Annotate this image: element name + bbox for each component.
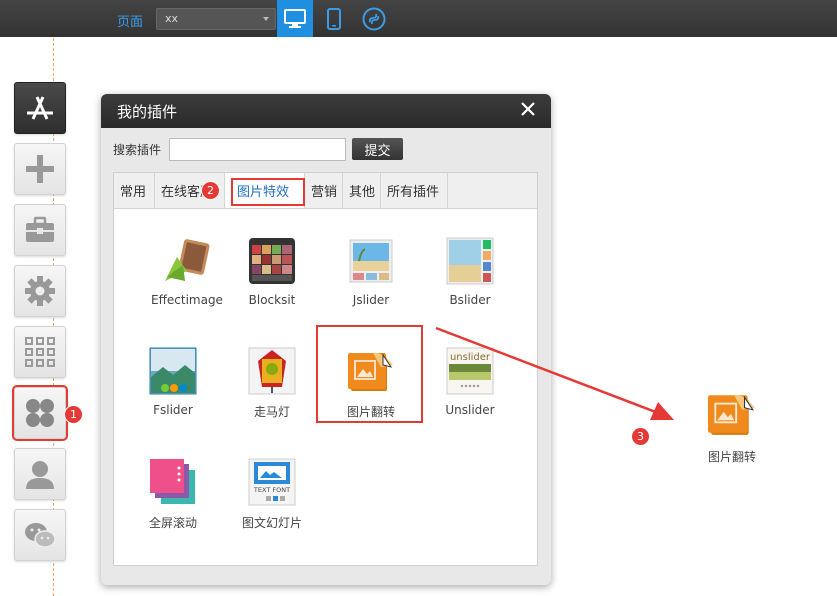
textfont-thumb-text: TEXT FONT: [253, 486, 290, 494]
fullscreen-scroll-thumb: [149, 458, 197, 506]
plugin-name: Fslider: [153, 403, 193, 417]
jslider-thumb: [347, 237, 395, 285]
wechat-icon: [25, 523, 56, 548]
plugin-tabs: 常用 在线客服 图片特效 营销 其他 所有插件: [114, 173, 537, 209]
plugin-fslider[interactable]: Fslider: [128, 347, 218, 417]
sidebar-add[interactable]: [14, 143, 66, 195]
plugins-icon: [26, 399, 54, 427]
submit-button[interactable]: 提交: [352, 138, 403, 160]
plugin-image-flip[interactable]: 图片翻转: [326, 347, 416, 420]
user-icon: [26, 461, 54, 489]
sidebar-toolbox[interactable]: [14, 204, 66, 256]
sidebar-grid[interactable]: [14, 326, 66, 378]
sidebar-wechat[interactable]: [14, 509, 66, 561]
plugin-effectimage[interactable]: Effectimage: [142, 237, 232, 307]
page-select-value: xx: [165, 12, 179, 25]
settings-icon: [25, 276, 55, 306]
close-icon[interactable]: [519, 100, 537, 118]
desktop-view-button[interactable]: [277, 0, 313, 37]
fslider-thumb: [149, 347, 197, 395]
tab-all-plugins[interactable]: 所有插件: [381, 173, 448, 208]
desktop-icon: [284, 8, 306, 28]
image-flip-thumb: [347, 347, 395, 395]
plugin-name: Bslider: [449, 293, 491, 307]
image-flip-icon: [708, 394, 755, 435]
chevron-down-icon: [263, 17, 269, 21]
plugin-marquee[interactable]: 走马灯: [227, 347, 317, 420]
mini-program-icon: [362, 7, 386, 30]
page-label: 页面: [117, 15, 144, 30]
plugin-name: Blocksit: [248, 293, 296, 307]
tab-marketing[interactable]: 营销: [305, 173, 343, 208]
tab-other[interactable]: 其他: [343, 173, 381, 208]
plugin-name: 图文幻灯片: [241, 516, 302, 530]
grid-icon: [25, 337, 55, 367]
mobile-view-button[interactable]: [316, 0, 352, 37]
dropped-item-name: 图片翻转: [707, 450, 756, 464]
drag-arrow: [435, 326, 674, 420]
add-icon: [26, 155, 54, 183]
marquee-thumb: [248, 347, 296, 395]
plugin-fullscreen-scroll[interactable]: 全屏滚动: [128, 458, 218, 531]
tab-common[interactable]: 常用: [114, 173, 155, 208]
sidebar-plugins[interactable]: [12, 385, 68, 441]
page-select[interactable]: xx: [156, 8, 276, 30]
dialog-header: 我的插件: [101, 94, 551, 128]
plugin-name: 图片翻转: [346, 405, 395, 419]
mini-program-view-button[interactable]: [356, 0, 392, 37]
blocksit-thumb: [248, 237, 296, 285]
top-toolbar: 页面 xx: [0, 0, 837, 37]
plugin-jslider[interactable]: Jslider: [326, 237, 416, 307]
plugin-name: Effectimage: [151, 293, 223, 307]
step-badge-1: 1: [64, 405, 83, 424]
plugin-name: 全屏滚动: [148, 516, 197, 530]
sidebar-app-store[interactable]: [14, 82, 66, 134]
dialog-title: 我的插件: [117, 103, 178, 121]
toolbox-icon: [26, 216, 54, 242]
plugin-blocksit[interactable]: Blocksit: [227, 237, 317, 307]
step-badge-2: 2: [201, 181, 220, 200]
dropped-image-flip[interactable]: 图片翻转: [692, 389, 772, 465]
bslider-thumb: [446, 237, 494, 285]
plugin-name: Jslider: [352, 293, 390, 307]
plugin-search-input[interactable]: [169, 137, 346, 161]
plugin-bslider[interactable]: Bslider: [425, 237, 515, 307]
mobile-icon: [327, 7, 341, 30]
plugin-text-image-slideshow[interactable]: TEXT FONT 图文幻灯片: [227, 458, 317, 531]
search-label: 搜索插件: [113, 142, 162, 157]
sidebar-settings[interactable]: [14, 265, 66, 317]
tab-image-effects[interactable]: 图片特效: [225, 173, 305, 208]
plugin-name: 走马灯: [253, 405, 290, 419]
effectimage-thumb: [163, 237, 211, 285]
text-image-slideshow-thumb: TEXT FONT: [248, 458, 296, 506]
sidebar-user[interactable]: [14, 448, 66, 500]
step-badge-3: 3: [631, 427, 650, 446]
plugin-search-row: 搜索插件 提交: [113, 137, 403, 161]
app-store-icon: [27, 96, 53, 120]
